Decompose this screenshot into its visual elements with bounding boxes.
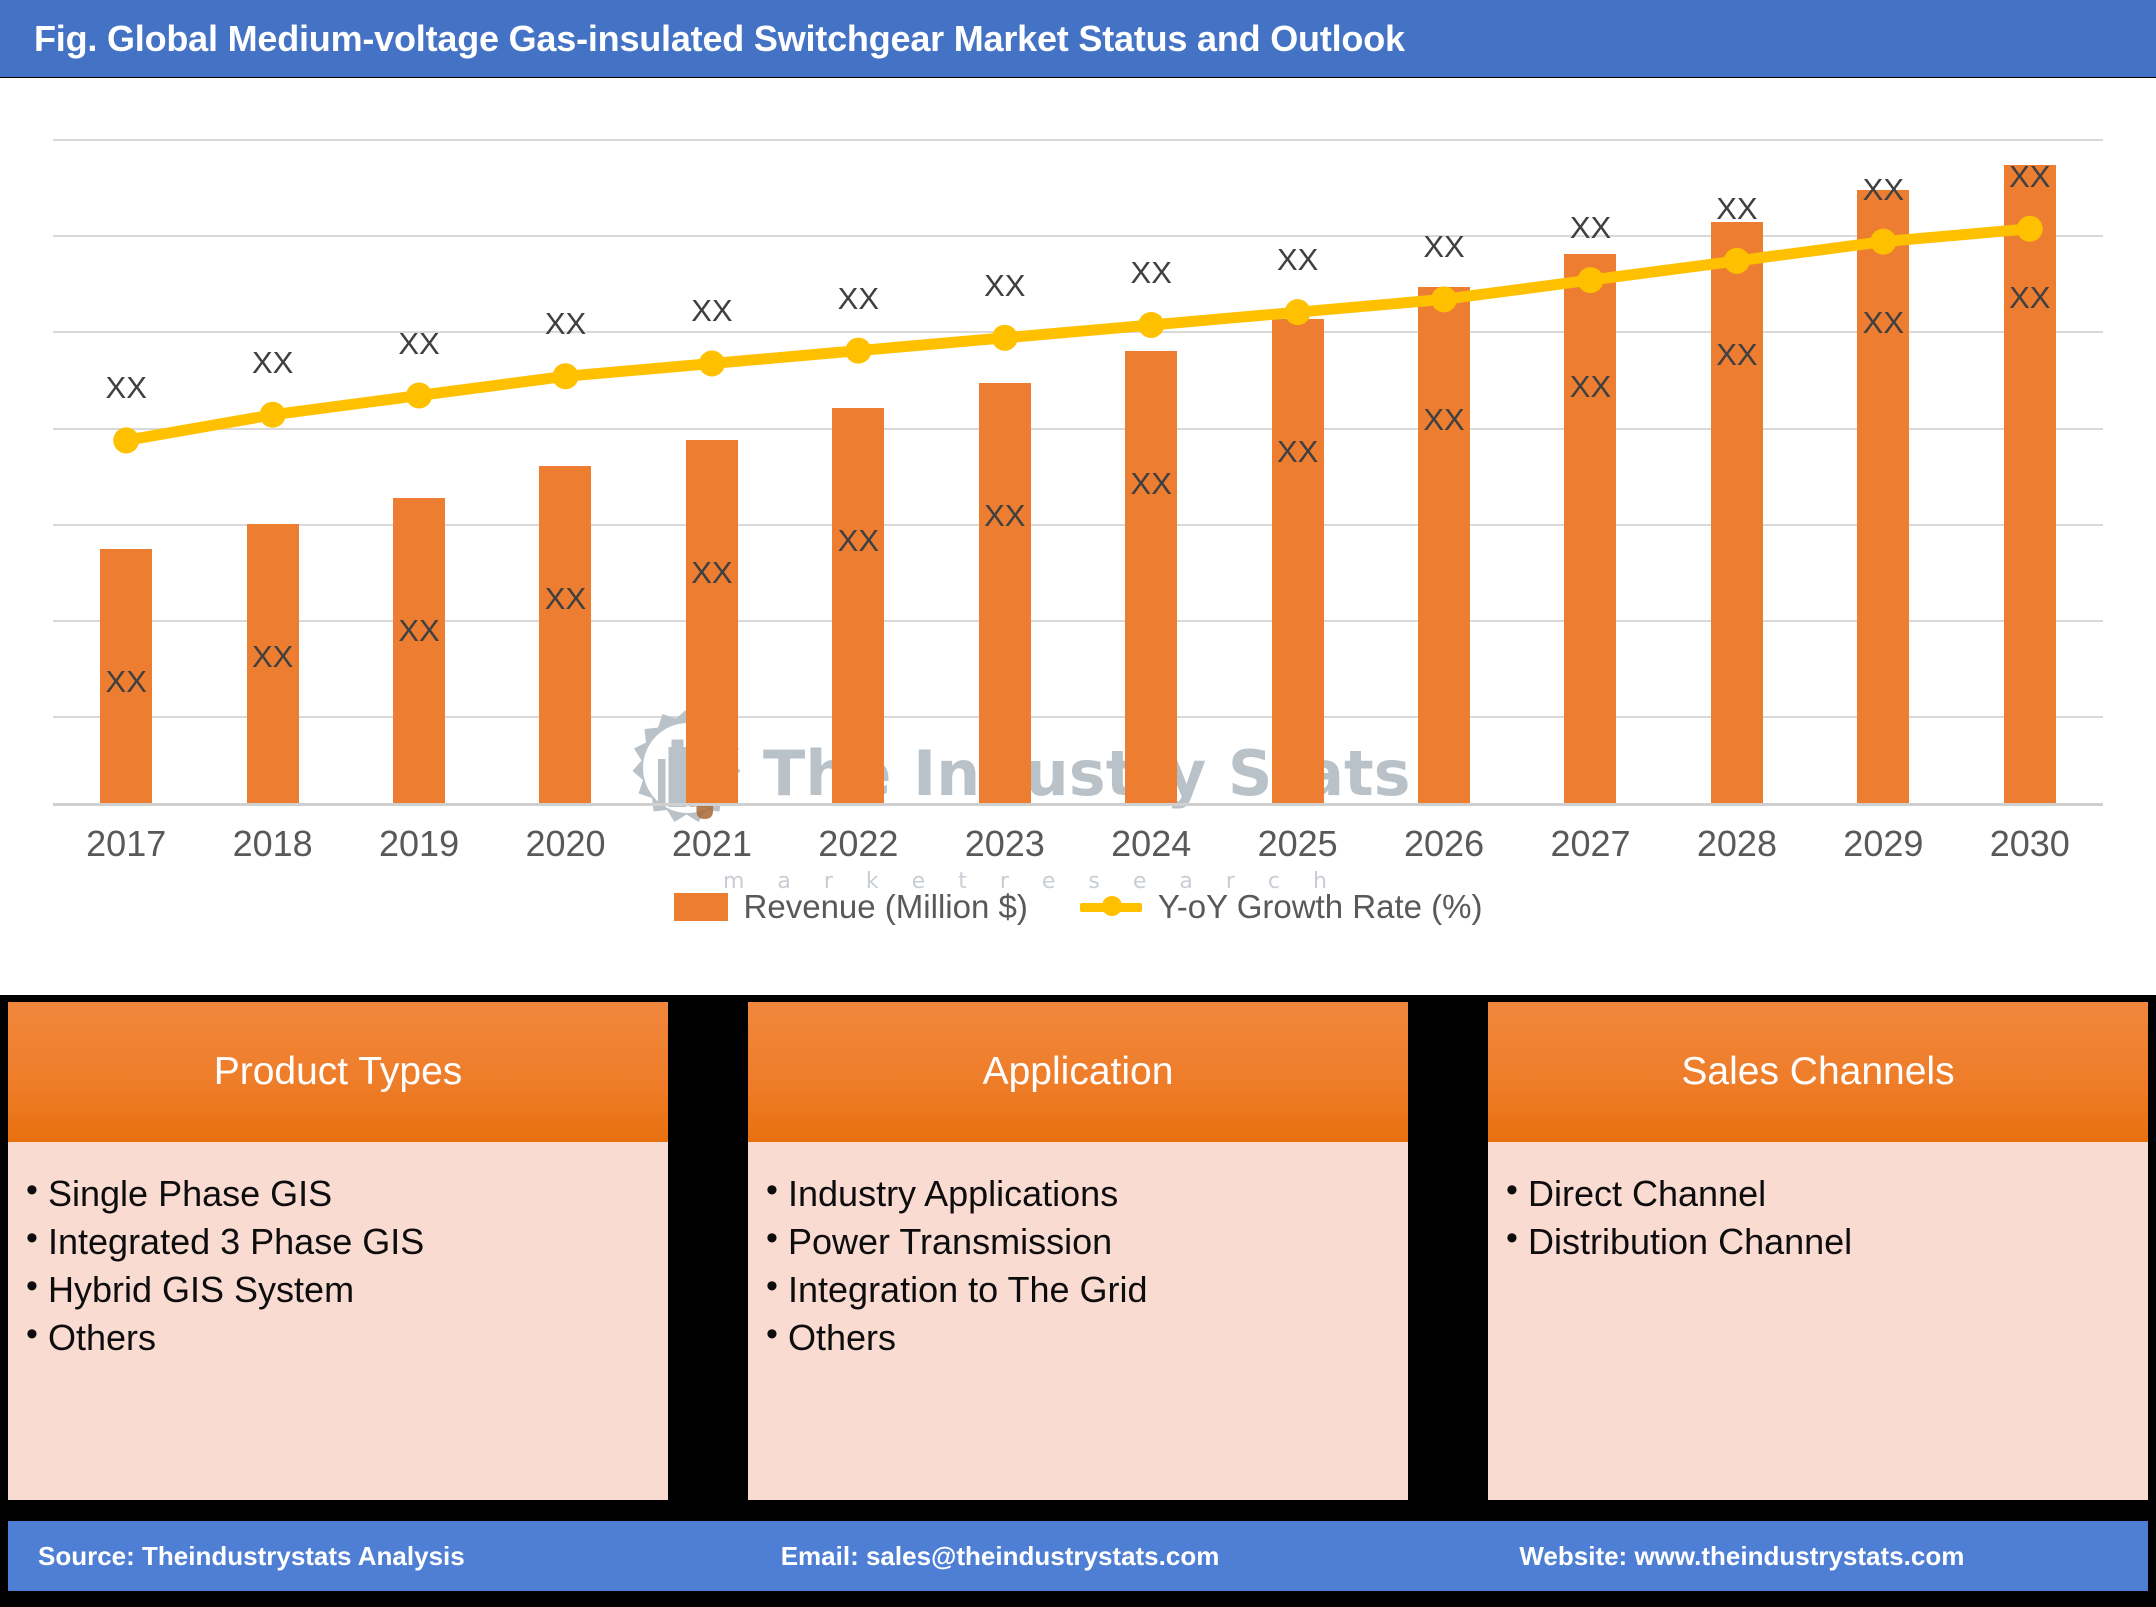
line-point-2025[interactable] <box>1284 299 1311 326</box>
page-title: Fig. Global Medium-voltage Gas-insulated… <box>34 17 1405 59</box>
footer-source: Source: Theindustrystats Analysis <box>38 1540 465 1571</box>
line-value-label: XX <box>251 344 294 380</box>
list-item: Others <box>22 1312 668 1362</box>
line-point-2019[interactable] <box>406 382 433 409</box>
list-item: Others <box>762 1312 1408 1362</box>
line-point-2029[interactable] <box>1870 228 1897 255</box>
line-point-2026[interactable] <box>1431 286 1458 313</box>
card-body: Single Phase GISIntegrated 3 Phase GISHy… <box>8 1142 668 1362</box>
x-tick-2027: 2027 <box>1550 823 1631 864</box>
line-value-label: XX <box>105 370 147 406</box>
x-tick-2022: 2022 <box>818 823 899 864</box>
footer-bar: Source: Theindustrystats Analysis Email:… <box>8 1521 2148 1591</box>
card-header: Product Types <box>8 1002 668 1142</box>
line-value-label: XX <box>691 293 733 329</box>
line-value-label: XX <box>1862 171 1905 207</box>
x-axis-line <box>53 803 2103 806</box>
legend-label: Y-oY Growth Rate (%) <box>1157 888 1483 925</box>
card-title: Sales Channels <box>1681 1050 1955 1093</box>
legend-bar-swatch-icon <box>673 893 728 921</box>
list-item: Integration to The Grid <box>762 1264 1408 1314</box>
legend-label: Revenue (Million $) <box>743 888 1028 925</box>
infographic-page: Fig. Global Medium-voltage Gas-insulated… <box>0 0 2156 1607</box>
footer-website[interactable]: Website: www.theindustrystats.com <box>1519 1541 1964 1572</box>
card-product-types: Product Types Single Phase GISIntegrated… <box>8 1002 668 1500</box>
x-tick-2030: 2030 <box>1989 823 2070 864</box>
line-point-2018[interactable] <box>259 401 286 428</box>
list-item: Distribution Channel <box>1502 1216 2148 1266</box>
line-value-label: XX <box>2009 158 2051 194</box>
chart-legend: Revenue (Million $) Y-oY Growth Rate (%) <box>0 888 2156 926</box>
chart-plot-area: The Industry Stats m a r k e t r e s e a… <box>53 139 2103 894</box>
line-series <box>113 215 2043 454</box>
list-item: Hybrid GIS System <box>22 1264 668 1314</box>
title-bar: Fig. Global Medium-voltage Gas-insulated… <box>0 0 2156 77</box>
line-value-label: XX <box>1130 254 1172 290</box>
x-tick-2023: 2023 <box>964 823 1045 864</box>
x-tick-2020: 2020 <box>525 823 606 864</box>
line-value-label: XX <box>1716 190 1758 226</box>
line-value-label: XX <box>1569 210 1612 246</box>
line-value-label: XX <box>837 280 880 316</box>
card-header: Application <box>748 1002 1408 1142</box>
line-point-2021[interactable] <box>698 350 725 377</box>
line-point-2023[interactable] <box>991 324 1018 351</box>
legend-item-0[interactable]: Revenue (Million $) <box>673 888 1028 926</box>
line-point-2028[interactable] <box>1723 247 1750 274</box>
x-tick-2021: 2021 <box>671 823 752 864</box>
line-point-2017[interactable] <box>113 427 140 454</box>
line-value-label: XX <box>1423 229 1465 265</box>
x-tick-2028: 2028 <box>1696 823 1777 864</box>
list-item: Industry Applications <box>762 1168 1408 1218</box>
list-item: Integrated 3 Phase GIS <box>22 1216 668 1266</box>
legend-line-marker-icon <box>1079 894 1142 920</box>
x-tick-2024: 2024 <box>1111 823 1192 864</box>
x-tick-2026: 2026 <box>1404 823 1485 864</box>
card-title: Product Types <box>213 1050 463 1093</box>
x-axis-labels: 2017 2018 2019 2020 2021 2022 2023 2024 2025 2026… <box>53 823 2103 879</box>
x-tick-2018: 2018 <box>232 823 313 864</box>
card-header: Sales Channels <box>1488 1002 2148 1142</box>
x-tick-2019: 2019 <box>379 823 460 864</box>
x-tick-2025: 2025 <box>1257 823 1338 864</box>
line-value-label: XX <box>398 325 440 361</box>
chart-panel: The Industry Stats m a r k e t r e s e a… <box>0 78 2156 995</box>
list-item: Single Phase GIS <box>22 1168 668 1218</box>
line-point-2030[interactable] <box>2016 215 2043 242</box>
line-value-label: XX <box>544 306 587 342</box>
line-point-2024[interactable] <box>1138 311 1165 338</box>
segment-cards: Product Types Single Phase GISIntegrated… <box>0 1002 2156 1502</box>
legend-item-1[interactable]: Y-oY Growth Rate (%) <box>1079 888 1483 926</box>
card-title: Application <box>982 1050 1174 1093</box>
card-sales-channels: Sales Channels Direct ChannelDistributio… <box>1488 1002 2148 1500</box>
line-value-label: XX <box>984 267 1026 303</box>
line-point-2027[interactable] <box>1577 267 1604 294</box>
footer-email[interactable]: Email: sales@theindustrystats.com <box>781 1541 1220 1572</box>
list-item: Power Transmission <box>762 1216 1408 1266</box>
x-tick-2017: 2017 <box>86 823 167 864</box>
line-point-2022[interactable] <box>845 337 872 364</box>
x-tick-2029: 2029 <box>1843 823 1924 864</box>
line-point-2020[interactable] <box>552 363 579 390</box>
card-body: Industry ApplicationsPower TransmissionI… <box>748 1142 1408 1362</box>
card-application: Application Industry ApplicationsPower T… <box>748 1002 1408 1500</box>
line-value-label: XX <box>1276 242 1319 278</box>
card-body: Direct ChannelDistribution Channel <box>1488 1142 2148 1266</box>
list-item: Direct Channel <box>1502 1168 2148 1218</box>
